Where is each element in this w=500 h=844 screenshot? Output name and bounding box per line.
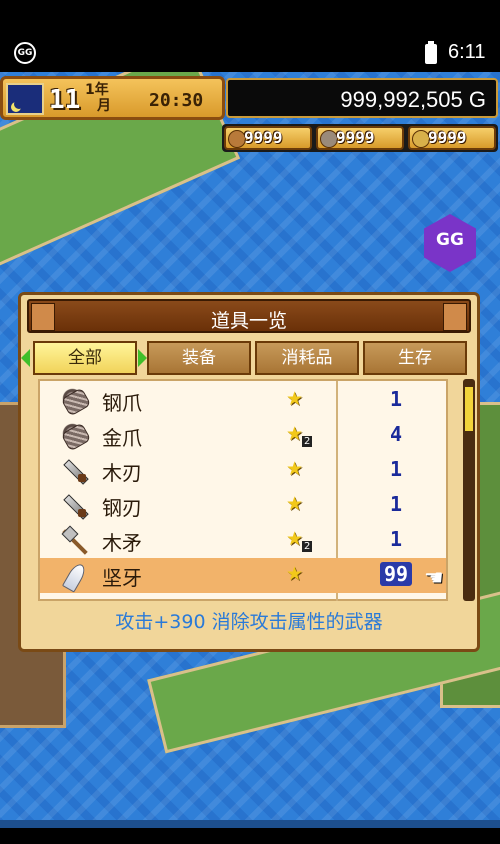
resource-value: 9999 bbox=[428, 128, 467, 147]
category-tabs: 全部 装备 消耗品 生存 bbox=[21, 341, 473, 375]
star-icon: ★ bbox=[286, 388, 304, 410]
item-name: 钢刃 bbox=[102, 496, 142, 520]
blade-icon bbox=[62, 493, 88, 519]
scrollbar-thumb[interactable] bbox=[465, 387, 473, 431]
item-quantity: 1 bbox=[389, 492, 403, 516]
item-quantity: 4 bbox=[389, 422, 403, 446]
list-scrollbar[interactable] bbox=[463, 379, 475, 601]
item-quantity: 1 bbox=[389, 387, 403, 411]
star-level: 2 bbox=[302, 541, 313, 552]
claw-icon bbox=[62, 423, 88, 449]
gg-label: GG bbox=[436, 230, 464, 250]
tab-next-arrow-icon[interactable] bbox=[138, 349, 147, 367]
hand-cursor-icon: ☚ bbox=[424, 566, 444, 591]
month-unit: 月 bbox=[97, 98, 111, 114]
star-icon: ★ bbox=[286, 423, 304, 445]
item-quantity-value: 99 bbox=[379, 562, 413, 586]
item-name: 木矛 bbox=[102, 531, 142, 555]
list-item[interactable]: 木矛 ★ 2 1 bbox=[40, 523, 446, 558]
star-icon: ★ bbox=[286, 563, 304, 585]
month-number: 11 bbox=[49, 85, 81, 115]
resource-ore: 9999 bbox=[316, 126, 404, 150]
star-icon: ★ bbox=[286, 493, 304, 515]
status-time: 6:11 bbox=[448, 41, 486, 63]
item-quantity: 1 bbox=[389, 527, 403, 551]
star-icon: ★ bbox=[286, 458, 304, 480]
tab-prev-arrow-icon[interactable] bbox=[21, 349, 30, 367]
fang-icon bbox=[62, 563, 88, 589]
tab-equipment[interactable]: 装备 bbox=[147, 341, 251, 375]
spear-icon bbox=[62, 528, 88, 554]
item-name: 金爪 bbox=[102, 426, 142, 450]
resource-wood: 9999 bbox=[224, 126, 312, 150]
star-level: 2 bbox=[302, 436, 313, 447]
list-item[interactable]: 钢爪 ★ 1 bbox=[40, 383, 446, 418]
list-item[interactable]: 金爪 ★ 2 4 bbox=[40, 418, 446, 453]
list-item[interactable]: 木刃 ★ 1 bbox=[40, 453, 446, 488]
gg-overlay-button[interactable]: GG bbox=[424, 214, 476, 272]
star-icon: ★ bbox=[286, 528, 304, 550]
game-clock: 20:30 bbox=[149, 90, 204, 111]
resource-food: 9999 bbox=[408, 126, 496, 150]
tab-consumables[interactable]: 消耗品 bbox=[255, 341, 359, 375]
item-quantity: 1 bbox=[389, 457, 403, 481]
tab-survival[interactable]: 生存 bbox=[363, 341, 467, 375]
date-panel: 1年 11 月 20:30 bbox=[0, 76, 225, 120]
dialog-title-bar: 道具一览 bbox=[27, 299, 471, 333]
item-list: 钢爪 ★ 1 金爪 ★ 2 4 木刃 ★ 1 钢刃 ★ 1 木矛 ★ 2 1 坚… bbox=[38, 379, 448, 601]
money-panel: 999,992,505 G bbox=[226, 78, 498, 118]
pointer-hand-icon: ☚ bbox=[424, 566, 454, 591]
dialog-title: 道具一览 bbox=[210, 310, 287, 332]
gg-notification-icon: GG bbox=[14, 42, 36, 64]
item-name: 钢爪 bbox=[102, 391, 142, 415]
item-name: 木刃 bbox=[102, 461, 142, 485]
resource-value: 9999 bbox=[336, 128, 375, 147]
list-item[interactable]: 钢刃 ★ 1 bbox=[40, 488, 446, 523]
claw-icon bbox=[62, 388, 88, 414]
resource-value: 9999 bbox=[244, 128, 283, 147]
battery-icon bbox=[425, 41, 437, 64]
item-name: 坚牙 bbox=[102, 566, 142, 590]
money-value: 999,992,505 G bbox=[340, 87, 486, 112]
blade-icon bbox=[62, 458, 88, 484]
night-moon-icon bbox=[6, 83, 44, 115]
list-item-selected[interactable]: 坚牙 ★ 99 bbox=[40, 558, 446, 593]
tab-all[interactable]: 全部 bbox=[33, 341, 137, 375]
status-bar: GG 6:11 bbox=[0, 0, 500, 72]
item-list-dialog: 道具一览 全部 装备 消耗品 生存 钢爪 ★ 1 金爪 ★ 2 4 木刃 ★ 1 bbox=[18, 292, 480, 652]
item-description: 攻击+390 消除攻击属性的武器 bbox=[115, 611, 383, 633]
map-bottom-edge bbox=[0, 820, 500, 828]
resource-bar: 9999 9999 9999 bbox=[222, 124, 498, 152]
